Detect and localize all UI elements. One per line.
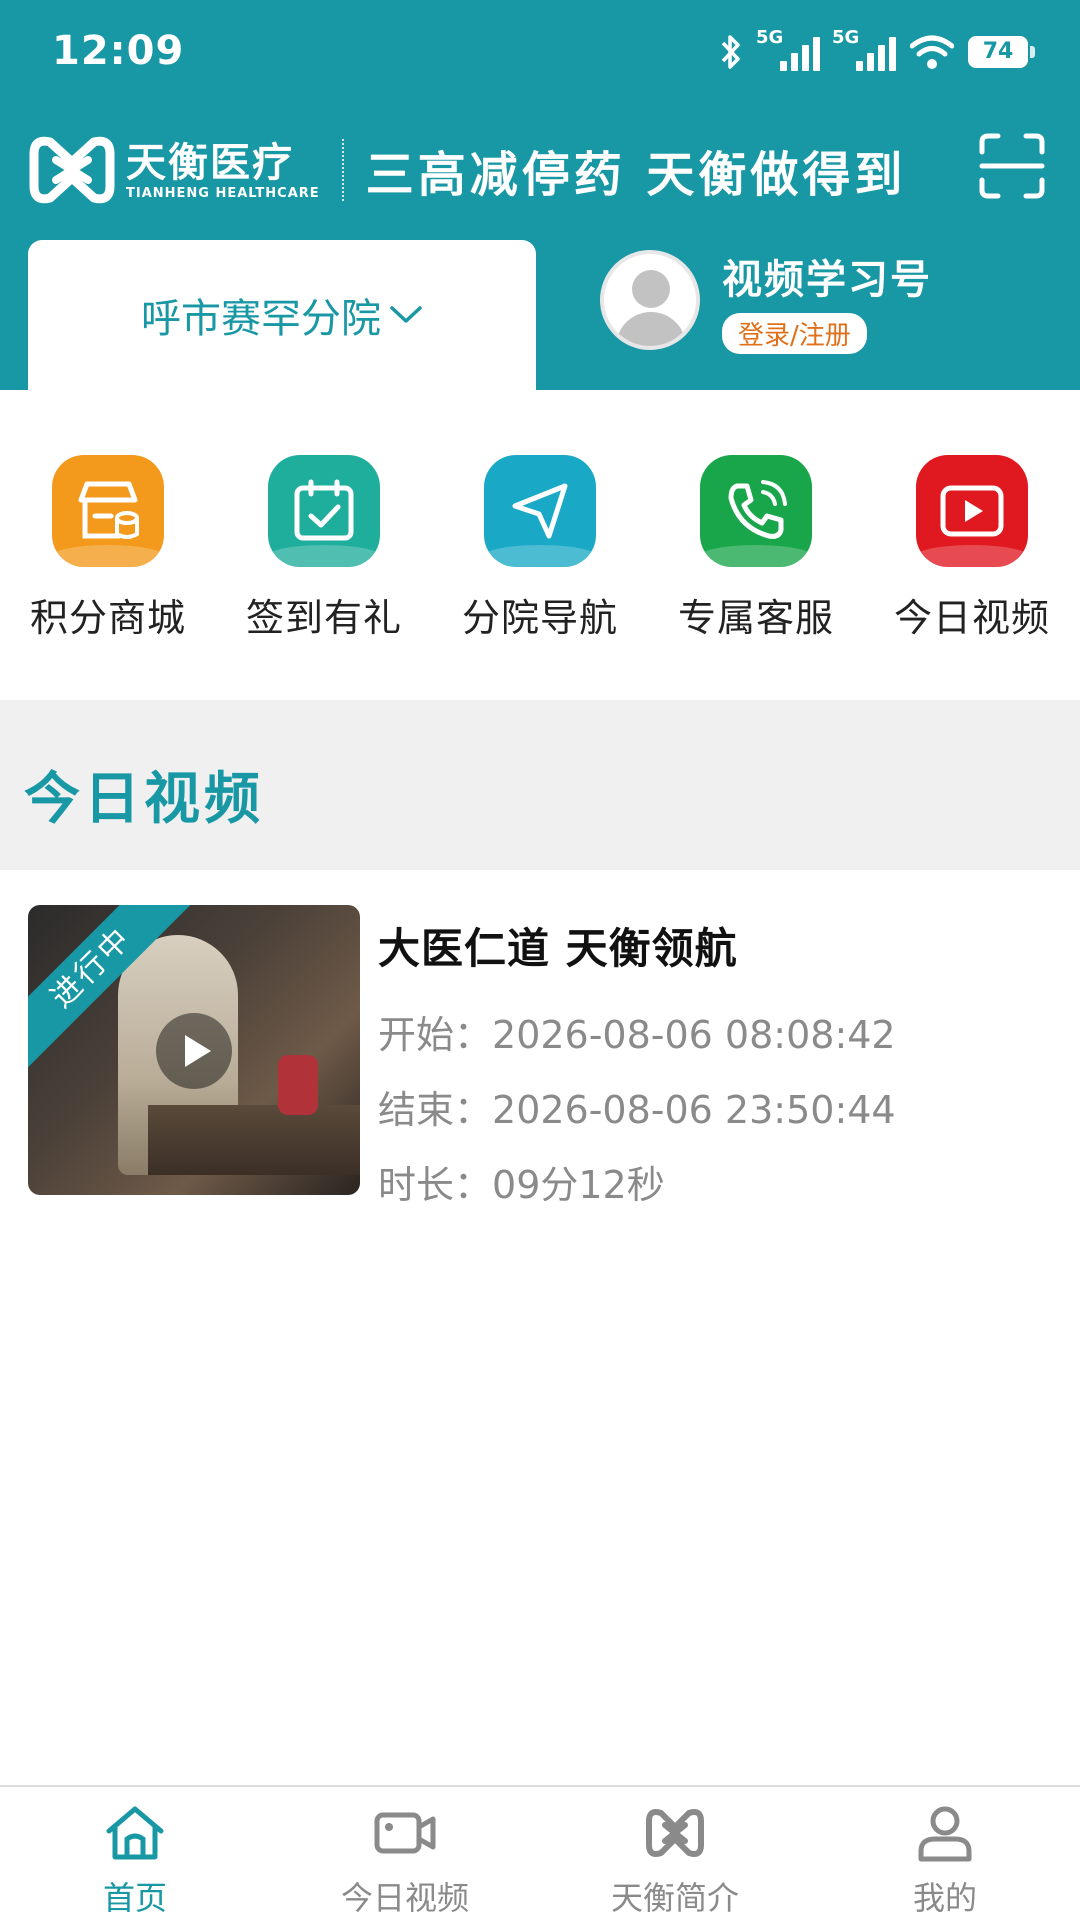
wifi-icon (910, 35, 954, 69)
video-camera-icon (374, 1812, 436, 1854)
logo-icon (646, 1809, 704, 1857)
shortcut-today-video[interactable]: 今日视频 (864, 455, 1080, 655)
nav-home[interactable]: 首页 (0, 1787, 270, 1920)
section-title: 今日视频 (24, 767, 264, 832)
nav-label: 我的 (912, 1879, 977, 1917)
chevron-down-icon (390, 306, 422, 323)
store-icon (52, 455, 164, 567)
shortcut-label: 今日视频 (893, 596, 1050, 640)
status-icons: 5G 5G 74 (718, 27, 1035, 74)
network-type-label: 5G (756, 27, 784, 48)
branch-name: 呼市赛罕分院 (141, 296, 381, 342)
scan-icon[interactable] (978, 132, 1046, 200)
video-duration: 时长：09分12秒 (378, 1154, 896, 1209)
calendar-check-icon (268, 455, 380, 567)
brand: 天衡医疗 TIANHENG HEALTHCARE 三高减停药 天衡做得到 (26, 130, 906, 210)
nav-about[interactable]: 天衡简介 (540, 1787, 810, 1920)
play-button-icon[interactable] (156, 1013, 232, 1089)
shortcut-branch-navigation[interactable]: 分院导航 (432, 455, 648, 655)
status-time: 12:09 (52, 28, 185, 74)
play-icon (916, 455, 1028, 567)
section-header: 今日视频 (0, 700, 1080, 870)
cellular-signal-icon-2: 5G (832, 27, 896, 71)
start-value: 2026-08-06 08:08:42 (492, 1013, 896, 1057)
nav-today-video[interactable]: 今日视频 (270, 1787, 540, 1920)
battery-indicator: 74 (968, 36, 1035, 68)
status-bar: 12:09 5G 5G 74 (0, 0, 1080, 100)
video-title: 大医仁道 天衡领航 (378, 924, 738, 973)
shortcut-points-mall[interactable]: 积分商城 (0, 455, 216, 655)
video-end-time: 结束：2026-08-06 23:50:44 (378, 1079, 896, 1134)
end-label: 结束： (378, 1088, 493, 1132)
user-icon (918, 1806, 972, 1862)
video-info: 大医仁道 天衡领航 开始：2026-08-06 08:08:42 结束：2026… (378, 905, 896, 1209)
user-name: 视频学习号 (722, 256, 932, 303)
branch-selector[interactable]: 呼市赛罕分院 (28, 240, 536, 390)
shortcut-label: 签到有礼 (245, 596, 402, 640)
brand-divider (341, 139, 344, 201)
network-type-label-2: 5G (832, 27, 860, 48)
nav-mine[interactable]: 我的 (810, 1787, 1080, 1920)
home-icon (106, 1806, 164, 1860)
start-label: 开始： (378, 1013, 493, 1057)
video-thumbnail[interactable]: 进行中 (28, 905, 360, 1195)
nav-label: 天衡简介 (610, 1879, 739, 1917)
brand-name: 天衡医疗 (126, 139, 294, 186)
video-start-time: 开始：2026-08-06 08:08:42 (378, 1004, 896, 1059)
navigation-icon (484, 455, 596, 567)
header: 12:09 5G 5G 74 天衡医疗 TIANHENG HEALTHCARE … (0, 0, 1080, 390)
shortcut-check-in[interactable]: 签到有礼 (216, 455, 432, 655)
duration-label: 时长： (378, 1163, 493, 1207)
bottom-nav: 首页 今日视频 天衡简介 我的 (0, 1785, 1080, 1920)
nav-label: 首页 (102, 1879, 167, 1917)
shortcut-label: 专属客服 (677, 596, 834, 640)
end-value: 2026-08-06 23:50:44 (492, 1088, 896, 1132)
shortcut-grid: 积分商城 签到有礼 分院导航 专属客服 今日视频 (0, 455, 1080, 655)
duration-value: 09分12秒 (492, 1163, 665, 1207)
user-panel[interactable]: 视频学习号 登录/注册 (600, 250, 932, 354)
avatar[interactable] (600, 250, 700, 350)
login-register-button[interactable]: 登录/注册 (722, 312, 867, 354)
brand-name-en: TIANHENG HEALTHCARE (126, 185, 320, 201)
nav-label: 今日视频 (340, 1879, 469, 1917)
shortcut-label: 分院导航 (461, 596, 618, 640)
shortcut-customer-service[interactable]: 专属客服 (648, 455, 864, 655)
video-card[interactable]: 进行中 大医仁道 天衡领航 开始：2026-08-06 08:08:42 结束：… (28, 905, 1058, 1207)
slogan: 三高减停药 天衡做得到 (365, 147, 907, 203)
shortcut-label: 积分商城 (29, 596, 186, 640)
cellular-signal-icon: 5G (756, 27, 820, 71)
tianheng-logo-icon (29, 136, 115, 204)
phone-icon (700, 455, 812, 567)
bluetooth-icon (721, 35, 740, 69)
